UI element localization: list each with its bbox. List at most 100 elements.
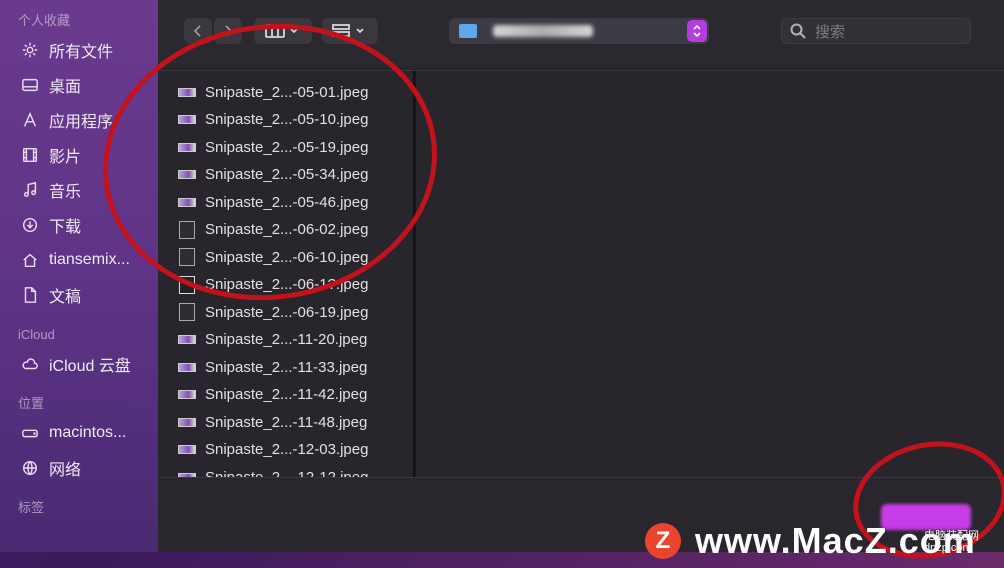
location-name-blurred: [493, 25, 593, 37]
document-thumbnail-icon: [178, 275, 196, 294]
image-thumbnail-icon: [178, 197, 196, 207]
file-name: Snipaste_2...-06-19.jpeg: [205, 303, 369, 321]
grid-icon: [332, 24, 364, 37]
watermark-small-line2: dnzp.com: [924, 542, 972, 554]
sidebar-item-macintosh[interactable]: macintos...: [0, 415, 158, 450]
group-button[interactable]: [322, 18, 378, 44]
cloud-icon: [20, 354, 40, 374]
document-icon: [20, 285, 40, 305]
folder-icon: [459, 24, 477, 38]
gear-icon: [20, 40, 40, 60]
sidebar-item-label: 音乐: [49, 183, 82, 201]
desktop-icon: [20, 75, 40, 95]
image-thumbnail-icon: [178, 170, 196, 179]
file-row[interactable]: Snipaste_2...-05-46.jpeg: [178, 190, 368, 214]
film-icon: [20, 145, 40, 165]
disk-icon: [20, 423, 40, 443]
stepper-icon: [687, 20, 707, 42]
sidebar-item-label: 文稿: [49, 288, 82, 306]
file-row[interactable]: Snipaste_2...-11-48.jpeg: [178, 410, 367, 434]
sidebar-item-music[interactable]: 音乐: [0, 172, 158, 207]
image-thumbnail-icon: [178, 417, 196, 427]
music-icon: [20, 180, 40, 200]
download-icon: [20, 215, 40, 235]
file-row[interactable]: Snipaste_2...-05-10.jpeg: [178, 108, 368, 132]
view-columns-button[interactable]: [254, 18, 312, 44]
sidebar-item-movies[interactable]: 影片: [0, 137, 158, 172]
sidebar-item-label: 下载: [49, 218, 82, 236]
file-row[interactable]: Snipaste_2...-12-12.jpeg: [178, 465, 368, 477]
toolbar: 搜索: [158, 0, 1004, 66]
image-thumbnail-icon: [178, 87, 196, 97]
document-thumbnail-icon: [178, 220, 196, 239]
file-column: Snipaste_2...-05-01.jpeg Snipaste_2...-05…: [158, 71, 414, 477]
file-row[interactable]: Snipaste_2...-05-34.jpeg: [178, 163, 368, 187]
sidebar-item-desktop[interactable]: 桌面: [0, 67, 158, 102]
file-name: Snipaste_2...-11-42.jpeg: [205, 386, 368, 403]
image-thumbnail-icon: [178, 115, 196, 124]
sidebar-item-label: 所有文件: [49, 43, 114, 61]
search-icon: [790, 23, 806, 39]
forward-button[interactable]: [214, 18, 242, 44]
home-icon: [20, 250, 40, 270]
file-name: Snipaste_2...-11-48.jpeg: [205, 413, 368, 431]
file-name: Snipaste_2...-05-10.jpeg: [205, 111, 369, 128]
sidebar-item-label: 影片: [49, 148, 82, 166]
watermark-logo: Z: [645, 523, 681, 559]
file-name: Snipaste_2...-05-01.jpeg: [205, 83, 369, 101]
file-name: Snipaste_2...-05-46.jpeg: [205, 193, 369, 211]
file-name: Snipaste_2...-11-20.jpeg: [205, 331, 368, 348]
image-thumbnail-icon: [178, 390, 196, 399]
sidebar-item-applications[interactable]: 应用程序: [0, 102, 158, 137]
sidebar-item-home[interactable]: tiansemix...: [0, 242, 158, 277]
sidebar-item-downloads[interactable]: 下载: [0, 207, 158, 242]
document-thumbnail-icon: [178, 303, 196, 321]
column-divider[interactable]: [414, 71, 416, 477]
watermark-small-line1: 电脑装配网: [924, 530, 979, 542]
file-row[interactable]: Snipaste_2...-11-33.jpeg: [178, 355, 367, 379]
location-popup[interactable]: [449, 18, 709, 44]
file-name: Snipaste_2...-06-1?.jpeg: [205, 276, 369, 293]
sidebar-item-network[interactable]: 网络: [0, 450, 158, 485]
sidebar-item-all-files[interactable]: 所有文件: [0, 32, 158, 67]
image-thumbnail-icon: [178, 445, 196, 454]
sidebar: 个人收藏 所有文件 桌面 应用程序 影片 音乐 下载 tiansemix... …: [0, 0, 158, 552]
file-name: Snipaste_2...-12-12.jpeg: [205, 468, 369, 478]
chevron-right-icon: [225, 25, 233, 37]
sidebar-section-icloud: iCloud: [18, 327, 55, 342]
columns-view-icon: [265, 24, 298, 38]
file-row[interactable]: Snipaste_2...-11-42.jpeg: [178, 383, 367, 407]
sidebar-item-label: macintos...: [49, 423, 127, 441]
sidebar-item-label: iCloud 云盘: [49, 357, 131, 375]
applications-icon: [20, 110, 40, 130]
sidebar-item-icloud-drive[interactable]: iCloud 云盘: [0, 346, 158, 381]
sidebar-section-locations: 位置: [18, 396, 45, 411]
search-field[interactable]: 搜索: [781, 18, 971, 44]
file-row[interactable]: Snipaste_2...-06-1?.jpeg: [178, 273, 368, 297]
file-row[interactable]: Snipaste_2...-06-10.jpeg: [178, 245, 368, 269]
file-name: Snipaste_2...-12-03.jpeg: [205, 441, 369, 458]
file-name: Snipaste_2...-11-33.jpeg: [205, 358, 368, 376]
image-thumbnail-icon: [178, 142, 196, 152]
file-name: Snipaste_2...-06-10.jpeg: [205, 248, 369, 266]
image-thumbnail-icon: [178, 335, 196, 344]
file-row[interactable]: Snipaste_2...-05-01.jpeg: [178, 80, 368, 104]
sidebar-section-favorites: 个人收藏: [18, 13, 71, 28]
sidebar-item-documents[interactable]: 文稿: [0, 277, 158, 312]
file-name: Snipaste_2...-06-02.jpeg: [205, 221, 369, 238]
sidebar-item-label: 桌面: [49, 78, 82, 96]
search-placeholder: 搜索: [815, 23, 846, 41]
file-name: Snipaste_2...-05-34.jpeg: [205, 166, 369, 183]
file-row[interactable]: Snipaste_2...-06-19.jpeg: [178, 300, 368, 324]
file-name: Snipaste_2...-05-19.jpeg: [205, 138, 369, 156]
file-row[interactable]: Snipaste_2...-06-02.jpeg: [178, 218, 368, 242]
document-thumbnail-icon: [178, 248, 196, 266]
file-row[interactable]: Snipaste_2...-12-03.jpeg: [178, 438, 368, 462]
file-row[interactable]: Snipaste_2...-05-19.jpeg: [178, 135, 368, 159]
sidebar-item-label: 应用程序: [49, 113, 114, 131]
file-browser: 搜索 Snipaste_2...-05-01.jpeg Snipaste_2...…: [158, 0, 1004, 552]
globe-icon: [20, 458, 40, 478]
file-row[interactable]: Snipaste_2...-11-20.jpeg: [178, 328, 367, 352]
back-button[interactable]: [184, 18, 212, 44]
chevron-left-icon: [193, 25, 201, 37]
